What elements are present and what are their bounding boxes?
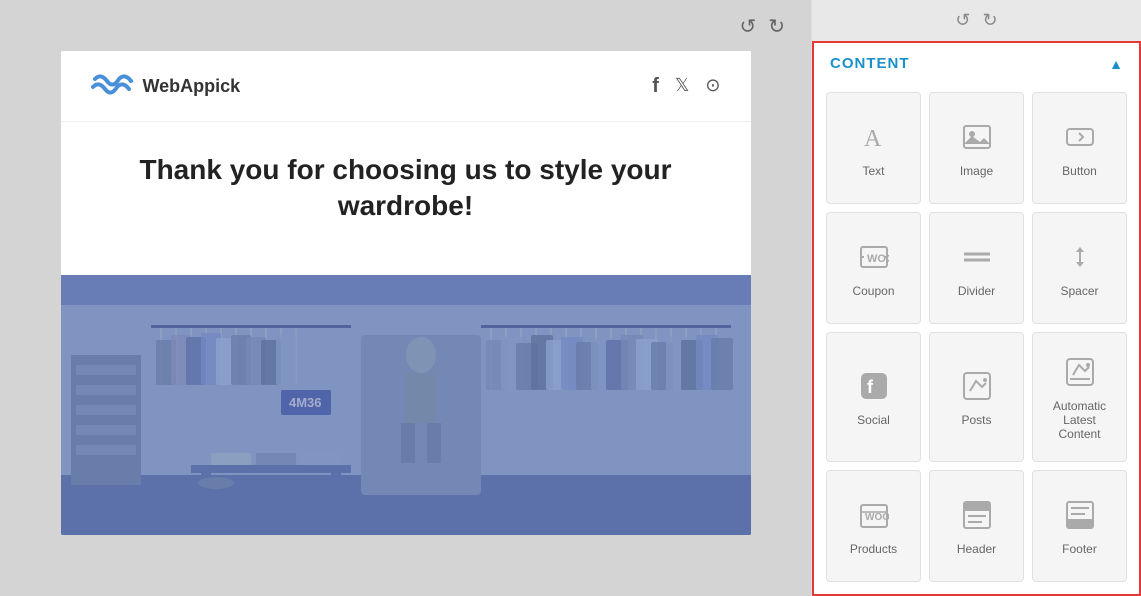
undo-button[interactable]: ↺ xyxy=(733,12,762,41)
text-icon: A xyxy=(859,122,889,156)
content-item-coupon[interactable]: WOO Coupon xyxy=(826,212,921,324)
email-card: WebAppick f 𝕏 ⊙ Thank you for choosing u… xyxy=(61,51,751,535)
email-image: 4M36 xyxy=(61,275,751,535)
footer-icon xyxy=(1065,500,1095,534)
app-container: ↺ ↻ WebAppick f 𝕏 ⊙ xyxy=(0,0,1141,596)
posts-icon xyxy=(962,371,992,405)
instagram-icon: ⊙ xyxy=(705,75,720,98)
divider-icon xyxy=(962,242,992,276)
posts-item-label: Posts xyxy=(961,413,991,427)
content-item-divider[interactable]: Divider xyxy=(929,212,1024,324)
logo-area: WebAppick xyxy=(91,71,241,101)
header-item-label: Header xyxy=(957,542,996,556)
content-item-auto[interactable]: Automatic Latest Content xyxy=(1032,332,1127,461)
content-item-products[interactable]: WOO Products xyxy=(826,470,921,582)
collapse-arrow-icon[interactable]: ▲ xyxy=(1109,56,1123,72)
svg-text:f: f xyxy=(867,377,874,397)
button-item-label: Button xyxy=(1062,164,1097,178)
auto-content-icon xyxy=(1065,357,1095,391)
email-headline: Thank you for choosing us to style your … xyxy=(91,152,721,225)
content-panel-header: CONTENT ▲ xyxy=(814,43,1139,84)
content-item-spacer[interactable]: Spacer xyxy=(1032,212,1127,324)
content-sidebar: ↺ ↻ CONTENT ▲ A Text xyxy=(811,0,1141,596)
coupon-item-label: Coupon xyxy=(852,284,894,298)
facebook-icon: f xyxy=(652,75,659,98)
sidebar-redo-button[interactable]: ↻ xyxy=(983,10,998,31)
footer-item-label: Footer xyxy=(1062,542,1097,556)
content-item-posts[interactable]: Posts xyxy=(929,332,1024,461)
store-svg: 4M36 xyxy=(61,275,751,535)
image-icon xyxy=(962,122,992,156)
auto-item-label: Automatic Latest Content xyxy=(1041,399,1118,442)
spacer-item-label: Spacer xyxy=(1060,284,1098,298)
products-icon: WOO xyxy=(859,500,889,534)
logo-icon xyxy=(91,71,135,101)
content-item-button[interactable]: Button xyxy=(1032,92,1127,204)
products-item-label: Products xyxy=(850,542,897,556)
content-item-footer[interactable]: Footer xyxy=(1032,470,1127,582)
sidebar-undo-button[interactable]: ↺ xyxy=(955,10,970,31)
content-item-header[interactable]: Header xyxy=(929,470,1024,582)
divider-item-label: Divider xyxy=(958,284,995,298)
content-items-grid: A Text Image xyxy=(814,84,1139,594)
email-header: WebAppick f 𝕏 ⊙ xyxy=(61,51,751,122)
coupon-icon: WOO xyxy=(859,242,889,276)
redo-button[interactable]: ↻ xyxy=(762,12,791,41)
svg-text:WOO: WOO xyxy=(865,512,889,523)
social-icons-row: f 𝕏 ⊙ xyxy=(652,75,720,98)
logo-text: WebAppick xyxy=(143,76,241,97)
content-item-image[interactable]: Image xyxy=(929,92,1024,204)
email-preview-section: ↺ ↻ WebAppick f 𝕏 ⊙ xyxy=(0,0,811,596)
content-panel-title: CONTENT xyxy=(830,55,910,72)
header-icon xyxy=(962,500,992,534)
content-item-text[interactable]: A Text xyxy=(826,92,921,204)
text-item-label: Text xyxy=(862,164,884,178)
svg-text:A: A xyxy=(864,126,882,152)
social-icon: f xyxy=(859,371,889,405)
undo-redo-toolbar: ↺ ↻ xyxy=(20,12,791,41)
svg-text:WOO: WOO xyxy=(867,253,889,265)
content-panel: CONTENT ▲ A Text xyxy=(812,41,1141,596)
button-icon xyxy=(1065,122,1095,156)
twitter-icon: 𝕏 xyxy=(675,75,690,98)
spacer-icon xyxy=(1065,242,1095,276)
social-item-label: Social xyxy=(857,413,890,427)
image-item-label: Image xyxy=(960,164,993,178)
email-body: Thank you for choosing us to style your … xyxy=(61,122,751,275)
sidebar-toolbar: ↺ ↻ xyxy=(812,0,1141,41)
content-item-social[interactable]: f Social xyxy=(826,332,921,461)
